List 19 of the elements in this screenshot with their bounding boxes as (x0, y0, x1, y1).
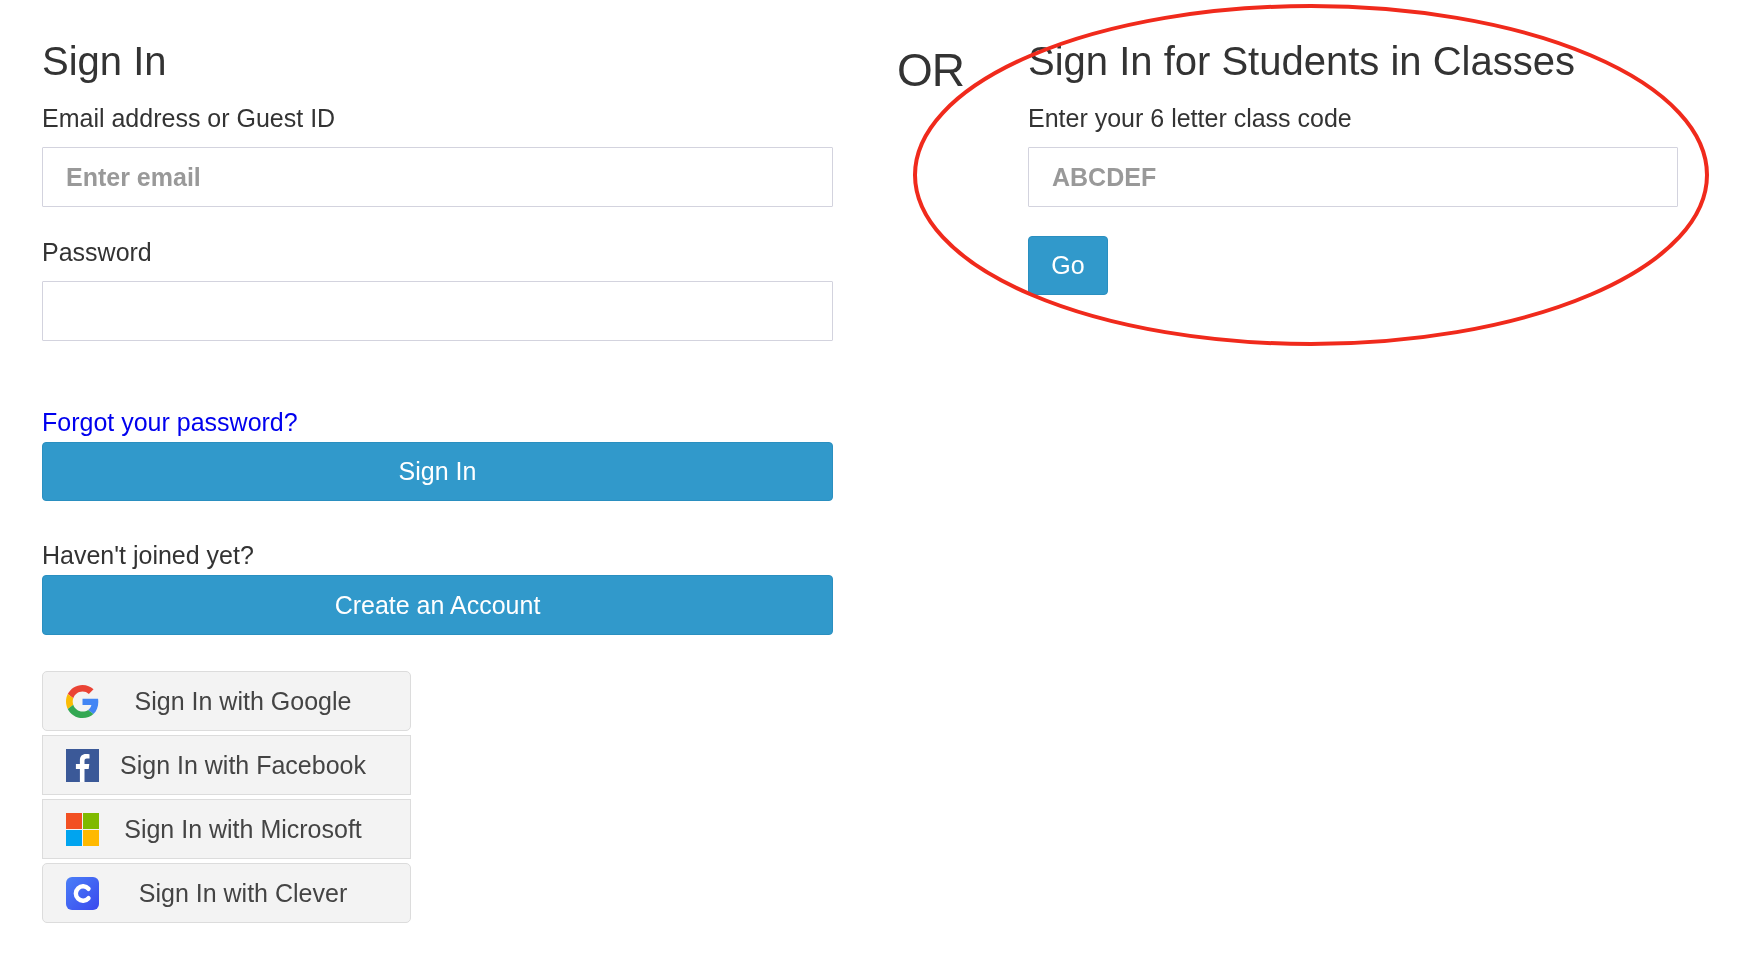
four-squares-icon (66, 812, 99, 846)
class-code-field[interactable]: ABCDEF (1028, 147, 1678, 207)
letter-c-tile-icon (66, 876, 99, 910)
google-g-icon (66, 684, 99, 718)
field-label: Password (42, 237, 152, 267)
social-sign-in-button[interactable]: Sign In with Facebook (42, 735, 411, 795)
or-separator: OR (897, 45, 964, 95)
forgot-password-link[interactable]: Forgot your password? (42, 407, 298, 437)
social-sign-in-button[interactable]: Sign In with Microsoft (42, 799, 411, 859)
input-field[interactable] (42, 281, 833, 341)
field-label: Enter your 6 letter class code (1028, 103, 1352, 133)
class-sign-in-heading: Sign In for Students in Classes (1028, 39, 1575, 83)
facebook-f-icon (66, 748, 99, 782)
social-sign-in-button[interactable]: Sign In with Clever (42, 863, 411, 923)
sign-in-heading: Sign In (42, 39, 167, 83)
join-prompt: Haven't joined yet? (42, 540, 254, 570)
input-field[interactable]: Enter email (42, 147, 833, 207)
field-label: Email address or Guest ID (42, 103, 336, 133)
social-sign-in-button[interactable]: Sign In with Google (42, 671, 411, 731)
